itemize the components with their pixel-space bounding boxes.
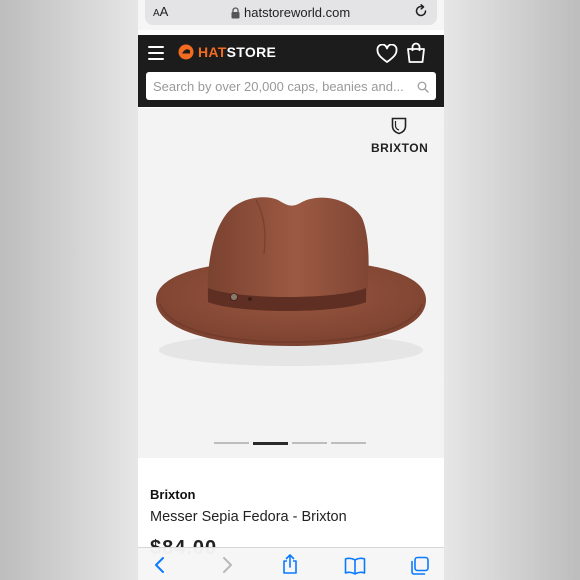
share-icon[interactable]: [281, 553, 299, 580]
carousel-dot[interactable]: [331, 442, 366, 444]
product-title: Messer Sepia Fedora - Brixton: [150, 509, 347, 525]
product-brand[interactable]: Brixton: [150, 487, 196, 502]
carousel-dot-active[interactable]: [253, 441, 288, 445]
phone-screen: AA hatstoreworld.com HATSTORE Search by …: [138, 0, 444, 580]
forward-arrow-icon[interactable]: [220, 556, 234, 579]
site-header: HATSTORE: [138, 35, 444, 107]
hatstore-logo[interactable]: HATSTORE: [178, 44, 276, 60]
url-text: hatstoreworld.com: [244, 5, 351, 20]
search-box[interactable]: [146, 72, 436, 100]
shopping-bag-icon[interactable]: [405, 42, 427, 69]
brixton-shield-icon: [391, 117, 407, 135]
url-display[interactable]: hatstoreworld.com: [231, 5, 350, 20]
background-right: [444, 0, 580, 580]
search-input[interactable]: [146, 72, 419, 100]
menu-icon[interactable]: [148, 46, 164, 60]
carousel-dot[interactable]: [292, 442, 327, 444]
back-arrow-icon[interactable]: [153, 556, 167, 579]
logo-text: HATSTORE: [198, 44, 277, 60]
reload-icon[interactable]: [413, 3, 429, 24]
product-gallery[interactable]: BRIXTON: [138, 108, 444, 458]
text-size-button[interactable]: AA: [153, 4, 168, 19]
heart-icon[interactable]: [376, 43, 398, 69]
background-left: [0, 0, 138, 580]
hat-image: [156, 197, 426, 366]
address-bar[interactable]: AA hatstoreworld.com: [145, 0, 437, 25]
hatstore-logo-mark-icon: [178, 44, 194, 60]
bookmarks-icon[interactable]: [344, 557, 366, 580]
carousel-dot[interactable]: [214, 442, 249, 444]
brixton-brand-logo: BRIXTON: [371, 117, 429, 155]
browser-top-bar: AA hatstoreworld.com: [138, 0, 444, 30]
tabs-icon[interactable]: [410, 556, 430, 580]
search-icon[interactable]: [417, 80, 429, 98]
brand-logo-text: BRIXTON: [371, 141, 429, 155]
lock-icon: [231, 6, 240, 19]
carousel-indicator[interactable]: [214, 441, 366, 445]
browser-toolbar: [138, 547, 444, 580]
